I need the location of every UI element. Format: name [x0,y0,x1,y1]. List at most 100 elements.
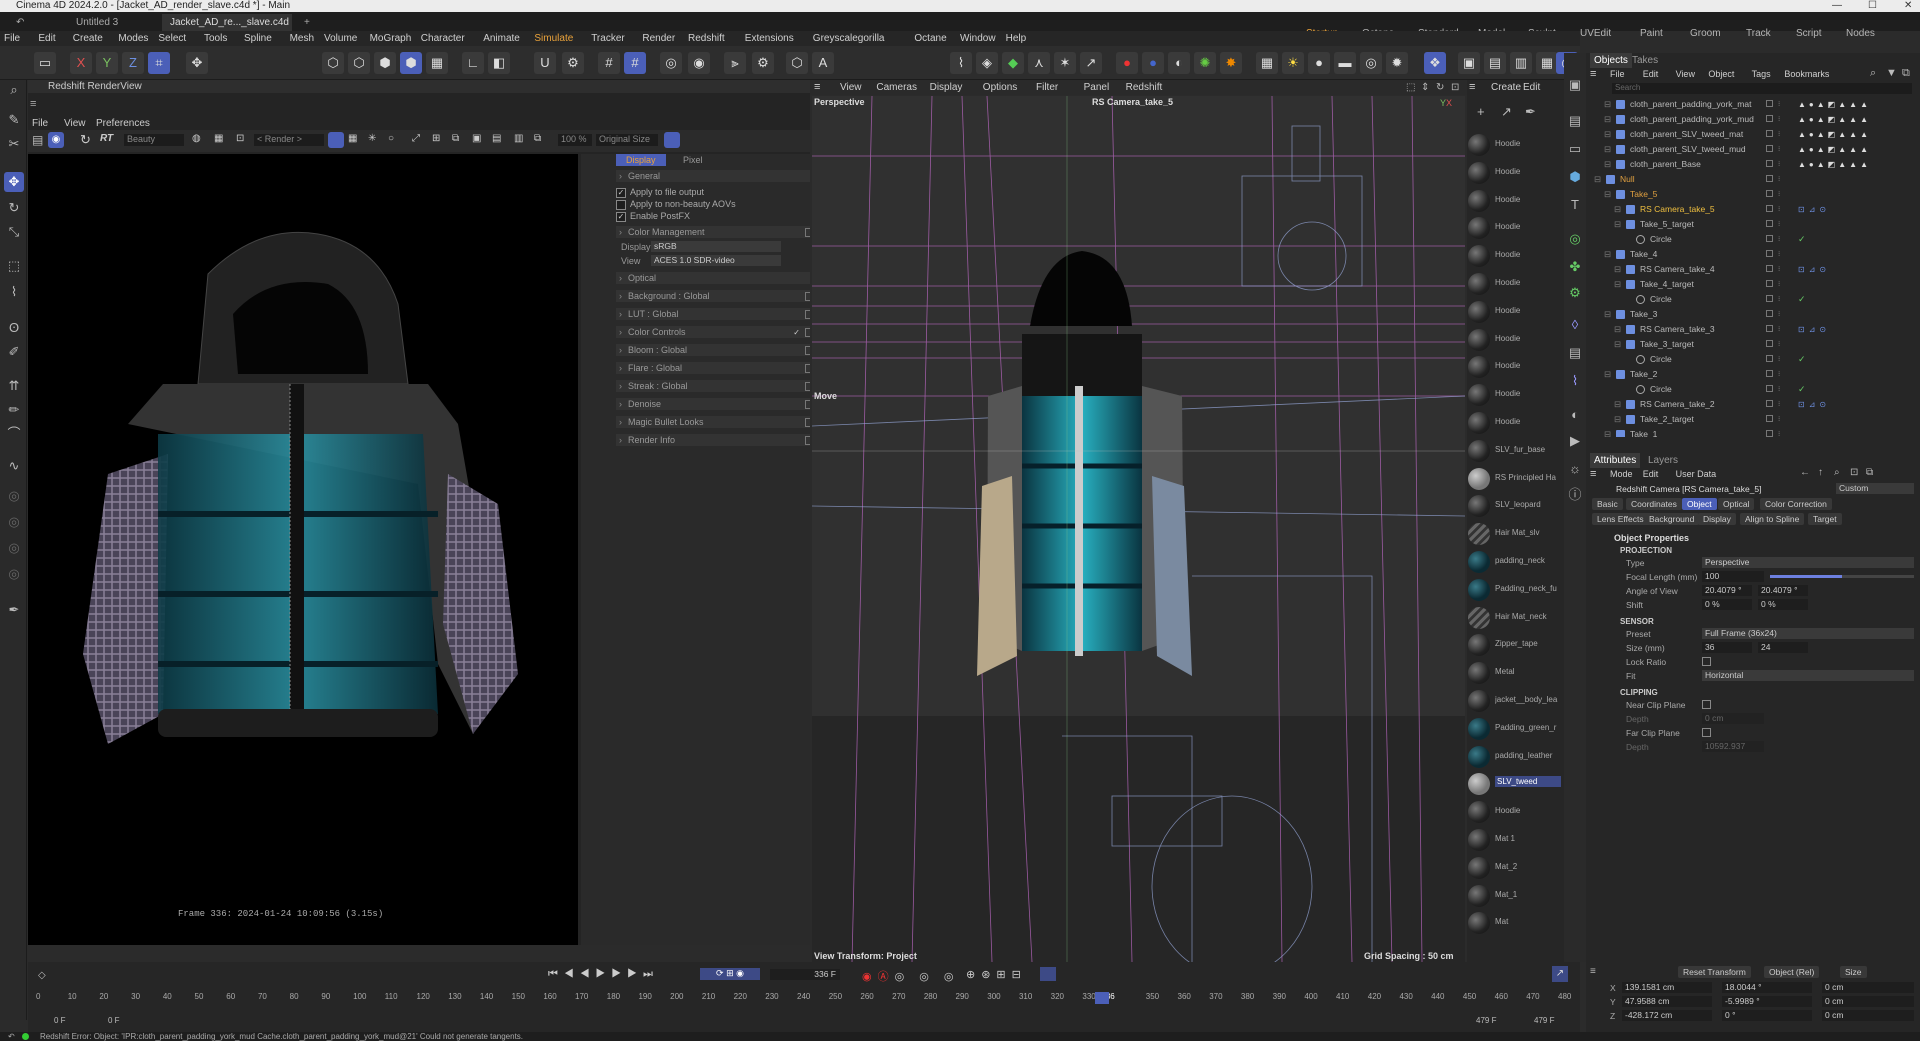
viewport-nav-icon-1[interactable]: ⇕ [1421,80,1429,95]
end-frame-field[interactable]: 479 F [1534,1016,1554,1025]
tab-active-document[interactable]: Jacket_AD_re..._slave.c4d * [162,14,292,45]
object-row[interactable]: ⊟ Take_4_target ⁝ [1586,277,1920,292]
expand-icon[interactable]: ⊟ [1604,427,1611,437]
type-select[interactable]: Perspective [1702,557,1914,568]
size-x-input[interactable]: 0 cm [1822,982,1914,993]
rv-menu-view[interactable]: View [64,116,86,131]
sculpt-icon[interactable]: ✏ [4,400,24,420]
viewport-menu-display[interactable]: Display [930,80,963,95]
fit-select[interactable]: Horizontal [1702,670,1914,681]
object-row[interactable]: Circle ⁝ ✓ [1586,352,1920,367]
magnet-icon[interactable]: U [534,52,556,74]
postfx-toggle-icon[interactable] [664,132,680,148]
menu-render[interactable]: Render [642,31,675,46]
section-magic-bullet-looks[interactable]: Magic Bullet Looks [616,416,814,428]
attr-subtab-background[interactable]: Background [1644,513,1700,525]
object-row[interactable]: ⊟ Take_4 ⁝ [1586,247,1920,262]
picture-viewer-icon[interactable]: ▣ [1458,52,1480,74]
material-item[interactable]: jacket__body_lea [1467,688,1562,714]
visibility-dots-icon[interactable]: ⁝ [1778,262,1780,277]
objects-menu-object[interactable]: Object [1708,67,1734,82]
aov-v-input[interactable]: 20.4079 ° [1758,585,1808,596]
object-row[interactable]: ⊟ Null ⁝ [1586,172,1920,187]
move-icon[interactable]: ✥ [4,172,24,192]
section-general[interactable]: General [616,170,812,182]
attr-subtab-basic[interactable]: Basic [1592,498,1623,510]
coord-menu-icon[interactable]: ≡ [1590,966,1596,977]
layer-chip[interactable] [1766,385,1773,392]
rt-toggle[interactable]: RT [100,133,113,144]
layer-chip[interactable] [1766,145,1773,152]
object-row[interactable]: ⊟ RS Camera_take_4 ⁝ ⊡⊿⊙ [1586,262,1920,277]
enable-postfx-checkbox[interactable]: Enable PostFX [616,210,690,222]
menu-modes[interactable]: Modes [118,31,148,46]
disabled-tool-icon[interactable]: ◎ [4,486,24,506]
layout-script[interactable]: Script [1796,27,1822,41]
rs-material-icon[interactable]: ◐ [1168,52,1190,74]
expand-icon[interactable]: ⊟ [1604,367,1611,382]
section-background-global[interactable]: Background : Global [616,290,814,302]
expand-icon[interactable]: ⊟ [1604,187,1611,202]
material-menu-icon[interactable]: ≡ [1469,80,1475,95]
object-row[interactable]: ⊟ Take_2_target ⁝ [1586,412,1920,427]
material-item[interactable]: Hoodie [1467,160,1562,186]
layer-chip[interactable] [1766,325,1773,332]
render-settings-icon[interactable]: ◉ [688,52,710,74]
section-color-controls[interactable]: Color Controls ✓ [616,326,814,338]
playhead[interactable] [1095,992,1110,1004]
material-item[interactable]: Hoodie [1467,799,1562,825]
paint-icon[interactable]: ✐ [4,342,24,362]
export-icon[interactable]: ↗ [1080,52,1102,74]
material-item[interactable]: Hoodie [1467,299,1562,325]
layer-chip[interactable] [1766,295,1773,302]
object-row[interactable]: Circle ⁝ ✓ [1586,382,1920,397]
start-preview-field[interactable]: 0 F [108,1016,120,1025]
rv-menu-file[interactable]: File [32,116,48,131]
menu-select[interactable]: Select [158,31,186,46]
object-row[interactable]: ⊟ cloth_parent_Base ⁝ ▲●▲◩▲▲▲ [1586,157,1920,172]
visibility-dots-icon[interactable]: ⁝ [1778,232,1780,247]
viewport-nav-icon-2[interactable]: ↻ [1436,80,1444,95]
export-image-icon[interactable]: ▥ [514,133,523,144]
lasso-icon[interactable]: ʘ [4,318,24,338]
section-render-info[interactable]: Render Info [616,434,814,446]
disabled-tool2-icon[interactable]: ◎ [4,512,24,532]
rectangle-icon[interactable]: ▭ [1565,139,1585,159]
new-window-icon[interactable]: ⧉ [1902,67,1910,80]
layout-track[interactable]: Track [1746,27,1771,41]
objects-tab-objects[interactable]: Objects [1590,53,1632,68]
pos-z-input[interactable]: -428.172 cm [1622,1010,1712,1021]
info-icon[interactable]: ⓘ [1565,485,1585,505]
attr-menu-icon[interactable]: ≡ [1590,467,1596,482]
menu-create[interactable]: Create [73,31,103,46]
sun-dark-icon[interactable]: ✹ [1386,52,1408,74]
mograph-icon[interactable]: ✤ [1565,257,1585,277]
material-item[interactable]: SLV_fur_base [1467,438,1562,464]
effector-icon[interactable]: ⚙ [1565,283,1585,303]
viewport-nav-icon-3[interactable]: ⊡ [1451,80,1459,95]
viewport-menu-redshift[interactable]: Redshift [1126,80,1163,95]
expand-icon[interactable]: ⊟ [1604,142,1611,157]
layer-chip[interactable] [1766,265,1773,272]
far-depth-input[interactable]: 10592.937 [1702,741,1764,752]
apply-file-output-checkbox[interactable]: Apply to file output [616,186,704,198]
document-icon[interactable]: ▤ [1565,111,1585,131]
grid-icon[interactable]: ▦ [214,133,223,144]
attr-tab-attributes[interactable]: Attributes [1590,453,1641,468]
object-row[interactable]: ⊟ Take_5 ⁝ [1586,187,1920,202]
expand-icon[interactable]: ⊟ [1604,307,1611,322]
object-row[interactable]: ⊟ RS Camera_take_3 ⁝ ⊡⊿⊙ [1586,322,1920,337]
axis-x-icon[interactable]: X [70,52,92,74]
visibility-dots-icon[interactable]: ⁝ [1778,97,1780,112]
objects-menu-tags[interactable]: Tags [1752,67,1771,82]
layer-chip[interactable] [1766,400,1773,407]
display-select[interactable]: sRGB [651,241,781,252]
shift-y-input[interactable]: 0 % [1758,599,1808,610]
attr-menu-edit[interactable]: Edit [1643,467,1659,482]
rot-z-input[interactable]: 0 ° [1722,1010,1812,1021]
layer-chip[interactable] [1766,190,1773,197]
menu-mesh[interactable]: Mesh [290,31,314,46]
spline-object-icon[interactable]: ⌇ [1565,371,1585,391]
menu-character[interactable]: Character [421,31,465,46]
poly-pen-icon[interactable]: ✎ [4,110,24,130]
